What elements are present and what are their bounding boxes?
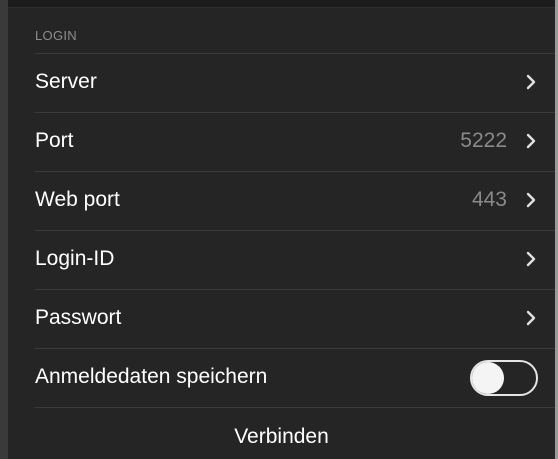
chevron-right-icon <box>526 192 536 208</box>
window-left-edge <box>0 0 8 459</box>
row-web-port-label: Web port <box>35 188 120 211</box>
toggle-knob <box>472 362 504 394</box>
row-server[interactable]: Server <box>8 53 555 111</box>
row-password[interactable]: Passwort <box>8 289 555 347</box>
connect-button-label: Verbinden <box>234 425 329 448</box>
row-login-id[interactable]: Login-ID <box>8 230 555 288</box>
row-divider <box>35 53 555 54</box>
chevron-right-icon <box>526 133 536 149</box>
section-header-title: LOGIN <box>35 28 77 43</box>
row-login-id-label: Login-ID <box>35 247 115 270</box>
row-port-value: 5222 <box>460 129 507 152</box>
row-password-label: Passwort <box>35 306 122 329</box>
section-header: LOGIN <box>8 8 555 53</box>
row-port[interactable]: Port 5222 <box>8 112 555 170</box>
row-web-port-value: 443 <box>471 188 507 211</box>
chevron-right-icon <box>526 74 536 90</box>
connect-button[interactable]: Verbinden <box>8 407 555 457</box>
login-settings-screen: LOGIN Server Port 5222 Web port 443 Logi… <box>0 0 558 459</box>
row-save-credentials: Anmeldedaten speichern <box>8 348 555 406</box>
save-credentials-toggle[interactable] <box>470 360 538 396</box>
row-web-port[interactable]: Web port 443 <box>8 171 555 229</box>
row-server-label: Server <box>35 70 97 93</box>
row-port-label: Port <box>35 129 74 152</box>
login-panel: LOGIN Server Port 5222 Web port 443 Logi… <box>8 7 555 459</box>
chevron-right-icon <box>526 310 536 326</box>
save-credentials-label: Anmeldedaten speichern <box>35 365 268 388</box>
chevron-right-icon <box>526 251 536 267</box>
